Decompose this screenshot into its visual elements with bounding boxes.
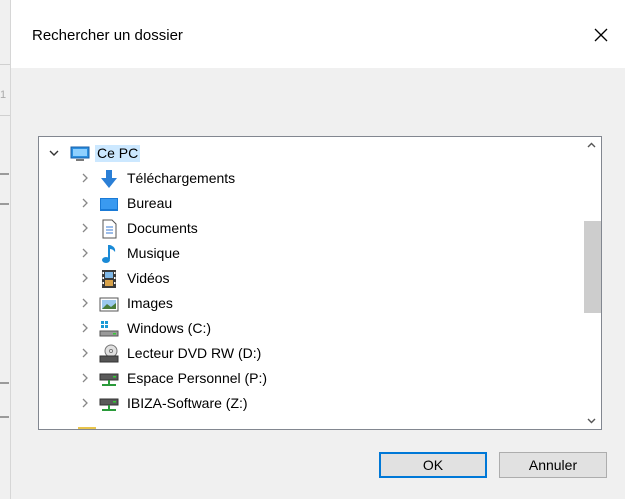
tree-item-espace-personnel-p[interactable]: Espace Personnel (P:) xyxy=(39,366,583,391)
tree-item-label: Musique xyxy=(127,245,180,261)
chevron-right-icon[interactable] xyxy=(79,322,91,334)
network-drive-icon xyxy=(99,394,119,414)
tree-item-label: Documents xyxy=(127,220,198,236)
chevron-right-icon[interactable] xyxy=(79,197,91,209)
document-icon xyxy=(99,219,119,239)
desktop-icon xyxy=(99,194,119,214)
tree-item-ibiza-software-z[interactable]: IBIZA-Software (Z:) xyxy=(39,391,583,416)
download-arrow-icon xyxy=(99,169,119,189)
tree-item-musique[interactable]: Musique xyxy=(39,241,583,266)
chevron-right-icon[interactable] xyxy=(79,172,91,184)
chevron-right-icon[interactable] xyxy=(79,297,91,309)
tree-item-documents[interactable]: Documents xyxy=(39,216,583,241)
partial-folder-icon xyxy=(78,427,96,429)
tree-item-label: Lecteur DVD RW (D:) xyxy=(127,345,262,361)
tree-item-label: Espace Personnel (P:) xyxy=(127,370,268,386)
scroll-up-button[interactable] xyxy=(582,137,601,154)
background-mark xyxy=(0,173,9,175)
computer-icon xyxy=(70,144,90,164)
music-note-icon xyxy=(99,244,119,264)
folder-browser-dialog: Rechercher un dossier Ce PC Téléchargeme… xyxy=(11,0,625,499)
tree-item-windows-c[interactable]: Windows (C:) xyxy=(39,316,583,341)
tree-item-dvd-d[interactable]: Lecteur DVD RW (D:) xyxy=(39,341,583,366)
background-window-edge: 1 xyxy=(0,0,11,499)
scroll-down-button[interactable] xyxy=(582,412,601,429)
chevron-right-icon[interactable] xyxy=(79,272,91,284)
picture-icon xyxy=(99,294,119,314)
network-drive-icon xyxy=(99,369,119,389)
background-mark xyxy=(0,416,9,418)
ok-button[interactable]: OK xyxy=(379,452,487,478)
tree-item-bureau[interactable]: Bureau xyxy=(39,191,583,216)
background-mark xyxy=(0,203,9,205)
chevron-up-icon xyxy=(587,142,596,148)
title-bar: Rechercher un dossier xyxy=(11,0,625,68)
dvd-drive-icon xyxy=(99,344,119,364)
close-button[interactable] xyxy=(588,22,614,48)
chevron-right-icon[interactable] xyxy=(79,397,91,409)
tree-item-label: Vidéos xyxy=(127,270,170,286)
vertical-scrollbar[interactable] xyxy=(582,137,601,429)
chevron-right-icon[interactable] xyxy=(79,347,91,359)
chevron-down-icon[interactable] xyxy=(48,147,60,159)
windows-drive-icon xyxy=(99,319,119,339)
tree-item-videos[interactable]: Vidéos xyxy=(39,266,583,291)
tree-item-label: Images xyxy=(127,295,173,311)
chevron-right-icon[interactable] xyxy=(79,222,91,234)
film-icon xyxy=(99,269,119,289)
tree-item-label: Bureau xyxy=(127,195,173,211)
tree-item-label: IBIZA-Software (Z:) xyxy=(127,395,248,411)
background-mark xyxy=(0,382,9,384)
chevron-down-icon xyxy=(587,418,596,424)
cancel-button[interactable]: Annuler xyxy=(499,452,607,478)
tree-item-label: Téléchargements xyxy=(127,170,236,186)
tree-item-label: Ce PC xyxy=(95,145,141,162)
dialog-title: Rechercher un dossier xyxy=(32,27,183,44)
chevron-right-icon[interactable] xyxy=(79,372,91,384)
tree-item-ce-pc[interactable]: Ce PC xyxy=(39,141,583,166)
close-icon xyxy=(594,28,608,42)
tree-item-telechargements[interactable]: Téléchargements xyxy=(39,166,583,191)
background-line xyxy=(0,115,10,116)
tree-item-label: Windows (C:) xyxy=(127,320,212,336)
background-line xyxy=(0,64,10,65)
tree-item-images[interactable]: Images xyxy=(39,291,583,316)
scrollbar-thumb[interactable] xyxy=(584,221,601,313)
folder-tree[interactable]: Ce PC Téléchargements Bureau Documents M… xyxy=(38,136,602,430)
chevron-right-icon[interactable] xyxy=(79,247,91,259)
background-number: 1 xyxy=(0,89,7,101)
